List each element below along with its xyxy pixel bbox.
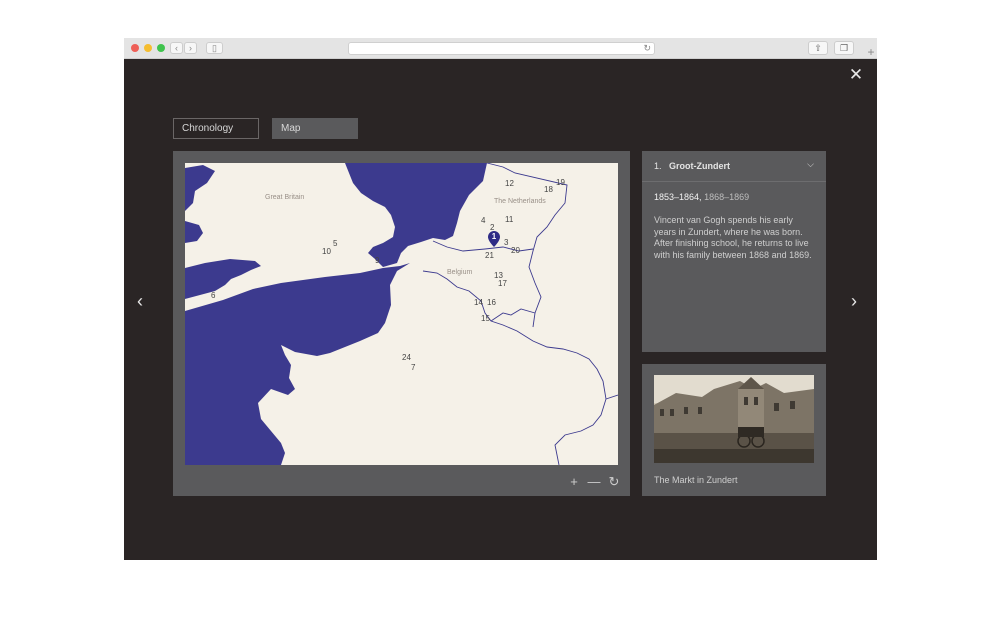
map-point[interactable]: 17 bbox=[498, 279, 507, 288]
chevron-down-icon[interactable]: ⌵ bbox=[807, 159, 814, 170]
browser-window: ‹ › ▯ ↻ ⇧ ❐ + ✕ Chronology Map ‹ › Great… bbox=[124, 38, 877, 560]
dates-primary: 1853–1864, bbox=[654, 192, 702, 202]
map-point[interactable]: 19 bbox=[556, 178, 565, 187]
map-point[interactable]: 4 bbox=[481, 216, 485, 225]
market-photo[interactable] bbox=[654, 375, 814, 463]
map-point[interactable]: 14 bbox=[474, 298, 483, 307]
map-point[interactable]: 11 bbox=[505, 215, 513, 224]
sea-cardigan bbox=[185, 221, 203, 243]
border-be-fr bbox=[422, 270, 607, 465]
map-shapes bbox=[185, 163, 618, 465]
map-point[interactable]: 16 bbox=[487, 298, 496, 307]
share-button[interactable]: ⇧ bbox=[808, 41, 828, 55]
map-point[interactable]: 20 bbox=[511, 246, 520, 255]
map-point[interactable]: 3 bbox=[504, 238, 508, 247]
location-info-panel: 1. Groot-Zundert ⌵ 1853–1864, 1868–1869 … bbox=[642, 151, 826, 352]
tabs-icon: ❐ bbox=[839, 43, 849, 53]
zoom-window-button[interactable] bbox=[157, 44, 165, 52]
label-great-britain: Great Britain bbox=[265, 194, 305, 201]
close-icon[interactable]: ✕ bbox=[846, 65, 866, 85]
photo-panel: The Markt in Zundert bbox=[642, 364, 826, 496]
reload-icon[interactable]: ↻ bbox=[643, 43, 651, 54]
border-lu bbox=[490, 308, 536, 322]
close-window-button[interactable] bbox=[131, 44, 139, 52]
next-arrow-icon[interactable]: › bbox=[846, 291, 862, 311]
tab-chronology[interactable]: Chronology bbox=[173, 118, 259, 139]
photo-image bbox=[654, 375, 814, 463]
location-number: 1. bbox=[654, 161, 662, 171]
forward-button[interactable]: › bbox=[184, 42, 197, 54]
photo-caption: The Markt in Zundert bbox=[654, 475, 738, 485]
dates-secondary: 1868–1869 bbox=[704, 192, 750, 202]
chevron-left-icon: ‹ bbox=[175, 43, 178, 53]
sidebar-icon: ▯ bbox=[212, 43, 217, 53]
lightbox-viewport: ✕ Chronology Map ‹ › Great Britain The N… bbox=[124, 59, 877, 560]
share-icon: ⇧ bbox=[814, 43, 822, 53]
label-netherlands: The Netherlands bbox=[494, 198, 546, 205]
tab-map[interactable]: Map bbox=[272, 118, 358, 139]
border-de-fr bbox=[605, 394, 618, 400]
map-point[interactable]: 10 bbox=[322, 247, 331, 256]
location-header[interactable]: 1. Groot-Zundert ⌵ bbox=[642, 151, 826, 182]
minimize-window-button[interactable] bbox=[144, 44, 152, 52]
map-point[interactable]: 18 bbox=[544, 185, 553, 194]
location-description: Vincent van Gogh spends his early years … bbox=[654, 215, 812, 260]
zoom-out-button[interactable]: — bbox=[587, 475, 601, 489]
zoom-in-button[interactable]: + bbox=[567, 475, 581, 489]
map-point[interactable]: 21 bbox=[485, 251, 494, 260]
location-title: Groot-Zundert bbox=[669, 161, 730, 171]
map-marker[interactable]: 1 bbox=[488, 231, 500, 247]
map-point[interactable]: 5 bbox=[333, 239, 337, 248]
map-point[interactable]: 7 bbox=[411, 363, 415, 372]
sea-english-channel bbox=[185, 263, 410, 465]
location-dates: 1853–1864, 1868–1869 bbox=[654, 192, 749, 202]
map-point[interactable]: 12 bbox=[505, 179, 514, 188]
map-point[interactable]: 15 bbox=[481, 314, 490, 323]
browser-toolbar: ‹ › ▯ ↻ ⇧ ❐ + bbox=[124, 38, 877, 59]
map[interactable]: Great Britain The Netherlands Belgium 12… bbox=[185, 163, 618, 465]
back-button[interactable]: ‹ bbox=[170, 42, 183, 54]
reset-icon[interactable]: ↻ bbox=[607, 475, 621, 489]
sidebar-button[interactable]: ▯ bbox=[206, 42, 223, 54]
address-bar[interactable]: ↻ bbox=[348, 42, 655, 55]
sea-north-sea bbox=[345, 163, 487, 267]
map-point[interactable]: 24 bbox=[402, 353, 411, 362]
sea-irish bbox=[185, 165, 215, 211]
map-marker-label: 1 bbox=[491, 232, 497, 241]
tabs-button[interactable]: ❐ bbox=[834, 41, 854, 55]
new-tab-button[interactable]: + bbox=[865, 46, 877, 58]
map-panel: Great Britain The Netherlands Belgium 12… bbox=[173, 151, 630, 496]
prev-arrow-icon[interactable]: ‹ bbox=[132, 291, 148, 311]
chevron-right-icon: › bbox=[189, 43, 192, 53]
label-belgium: Belgium bbox=[447, 269, 473, 276]
map-point[interactable]: 6 bbox=[211, 291, 215, 300]
map-point[interactable]: 9 bbox=[375, 256, 379, 265]
